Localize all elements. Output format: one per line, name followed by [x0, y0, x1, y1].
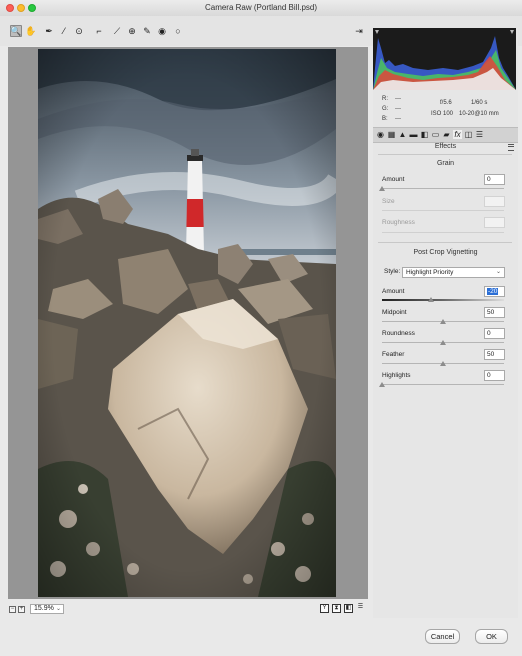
title-bar: Camera Raw (Portland Bill.psd) — [0, 0, 522, 17]
color-sampler-tool-icon[interactable]: ⁄ — [58, 25, 70, 37]
tab-hsl-icon[interactable]: ▬ — [409, 130, 418, 139]
ok-button[interactable]: OK — [475, 629, 508, 644]
zoom-level-value: 15.9% — [34, 605, 54, 612]
tab-presets-icon[interactable]: ☰ — [475, 130, 484, 139]
vignette-style-value: Highlight Priority — [406, 269, 454, 276]
grain-amount-slider-thumb[interactable] — [379, 186, 385, 191]
cancel-button[interactable]: Cancel — [425, 629, 460, 644]
tab-detail-icon[interactable]: ▲ — [398, 130, 407, 139]
tab-split-toning-icon[interactable]: ◧ — [420, 130, 429, 139]
vignette-amount-slider[interactable] — [382, 299, 504, 301]
crop-tool-icon[interactable]: ⌐ — [93, 25, 105, 37]
chevron-down-icon: ⌄ — [495, 269, 501, 275]
targeted-adjustment-tool-icon[interactable]: ⊙ — [73, 25, 85, 37]
open-preferences-icon[interactable]: ⇥ — [353, 25, 365, 37]
vignette-style-select[interactable]: Highlight Priority ⌄ — [402, 267, 505, 278]
vignette-amount-slider-thumb[interactable] — [427, 297, 434, 302]
r-label: R: — [382, 96, 388, 102]
tab-camera-calibration-icon[interactable]: ◫ — [464, 130, 473, 139]
before-after-icon[interactable]: ⧗ — [332, 604, 341, 613]
iso-value: ISO 100 — [431, 111, 454, 117]
shutter-value: 1/60 s — [471, 100, 488, 106]
red-eye-tool-icon[interactable]: ◉ — [156, 25, 168, 37]
vignette-feather-field[interactable]: 50 — [484, 349, 505, 360]
vignette-feather-slider-thumb[interactable] — [440, 361, 446, 366]
tab-effects-icon[interactable]: fx — [453, 130, 462, 139]
image-metadata: R: --- G: --- B: --- f/5.6 1/60 s ISO 10… — [373, 92, 518, 126]
g-label: G: — [382, 106, 389, 112]
b-label: B: — [382, 116, 388, 122]
aperture-value: f/5.6 — [440, 100, 452, 106]
b-value: --- — [395, 116, 401, 122]
vignette-roundness-field[interactable]: 0 — [484, 328, 505, 339]
preview-toggle-icon[interactable]: Y — [320, 604, 329, 613]
lighthouse-photo — [38, 49, 336, 597]
window-title: Camera Raw (Portland Bill.psd) — [204, 3, 318, 12]
hand-tool-icon[interactable]: ✋ — [25, 25, 37, 37]
preview-status-bar: − + 15.9% ⌄ Y ⧗ ◧ ☰ — [0, 600, 372, 618]
divider — [378, 242, 512, 243]
radial-filter-tool-icon[interactable]: ○ — [172, 25, 184, 37]
tab-tone-curve-icon[interactable]: ▦ — [387, 130, 396, 139]
grain-size-slider[interactable] — [382, 210, 504, 211]
vignette-midpoint-slider-thumb[interactable] — [440, 319, 446, 324]
preview-preferences-icon[interactable]: ☰ — [356, 604, 365, 613]
transform-tool-icon[interactable]: ⊕ — [126, 25, 138, 37]
vignette-roundness-label: Roundness — [382, 330, 415, 337]
vignette-midpoint-label: Midpoint — [382, 309, 407, 316]
grain-roughness-label: Roughness — [382, 219, 415, 226]
white-balance-tool-icon[interactable]: ✒ — [43, 25, 55, 37]
grain-size-label: Size — [382, 198, 395, 205]
vignette-amount-label: Amount — [382, 288, 405, 295]
tab-transform-icon[interactable]: ▰ — [442, 130, 451, 139]
chevron-down-icon: ⌄ — [55, 606, 61, 612]
vignette-amount-value: -20 — [487, 288, 499, 295]
vignette-style-label: Style: — [384, 268, 401, 275]
zoom-tool-icon[interactable]: 🔍 — [10, 25, 22, 37]
g-value: --- — [395, 106, 401, 112]
straighten-tool-icon[interactable]: ⟋ — [111, 25, 123, 37]
grain-amount-label: Amount — [382, 176, 405, 183]
tab-basic-icon[interactable]: ◉ — [376, 130, 385, 139]
zoom-in-button[interactable]: + — [18, 606, 25, 613]
grain-amount-slider[interactable] — [382, 188, 504, 189]
zoom-out-button[interactable]: − — [9, 606, 16, 613]
vignette-highlights-field[interactable]: 0 — [484, 370, 505, 381]
zoom-level-select[interactable]: 15.9% ⌄ — [30, 604, 64, 614]
vignette-highlights-slider-thumb[interactable] — [379, 382, 385, 387]
vignette-highlights-label: Highlights — [382, 372, 411, 379]
photo-preview[interactable] — [38, 49, 336, 597]
divider — [378, 154, 512, 155]
histogram — [373, 28, 516, 90]
grain-amount-field[interactable]: 0 — [484, 174, 505, 185]
vignette-amount-field[interactable]: -20 — [484, 286, 505, 297]
vignette-feather-label: Feather — [382, 351, 405, 358]
vignette-highlights-slider[interactable] — [382, 384, 504, 385]
grain-size-field[interactable] — [484, 196, 505, 207]
grain-roughness-slider[interactable] — [382, 232, 504, 233]
grain-heading: Grain — [436, 160, 455, 167]
swap-settings-icon[interactable]: ◧ — [344, 604, 353, 613]
vignette-midpoint-field[interactable]: 50 — [484, 307, 505, 318]
grain-roughness-field[interactable] — [484, 217, 505, 228]
r-value: --- — [395, 96, 401, 102]
vignetting-heading: Post Crop Vignetting — [413, 249, 478, 256]
vignette-roundness-slider-thumb[interactable] — [440, 340, 446, 345]
panel-tabs: ◉ ▦ ▲ ▬ ◧ ▭ ▰ fx ◫ ☰ — [373, 127, 518, 143]
lens-value: 10-20@10 mm — [459, 111, 499, 117]
tab-lens-corrections-icon[interactable]: ▭ — [431, 130, 440, 139]
spot-removal-tool-icon[interactable]: ✎ — [141, 25, 153, 37]
panel-menu-icon[interactable] — [508, 144, 514, 151]
panel-title: Effects — [434, 143, 457, 150]
histogram-graph — [373, 28, 516, 90]
